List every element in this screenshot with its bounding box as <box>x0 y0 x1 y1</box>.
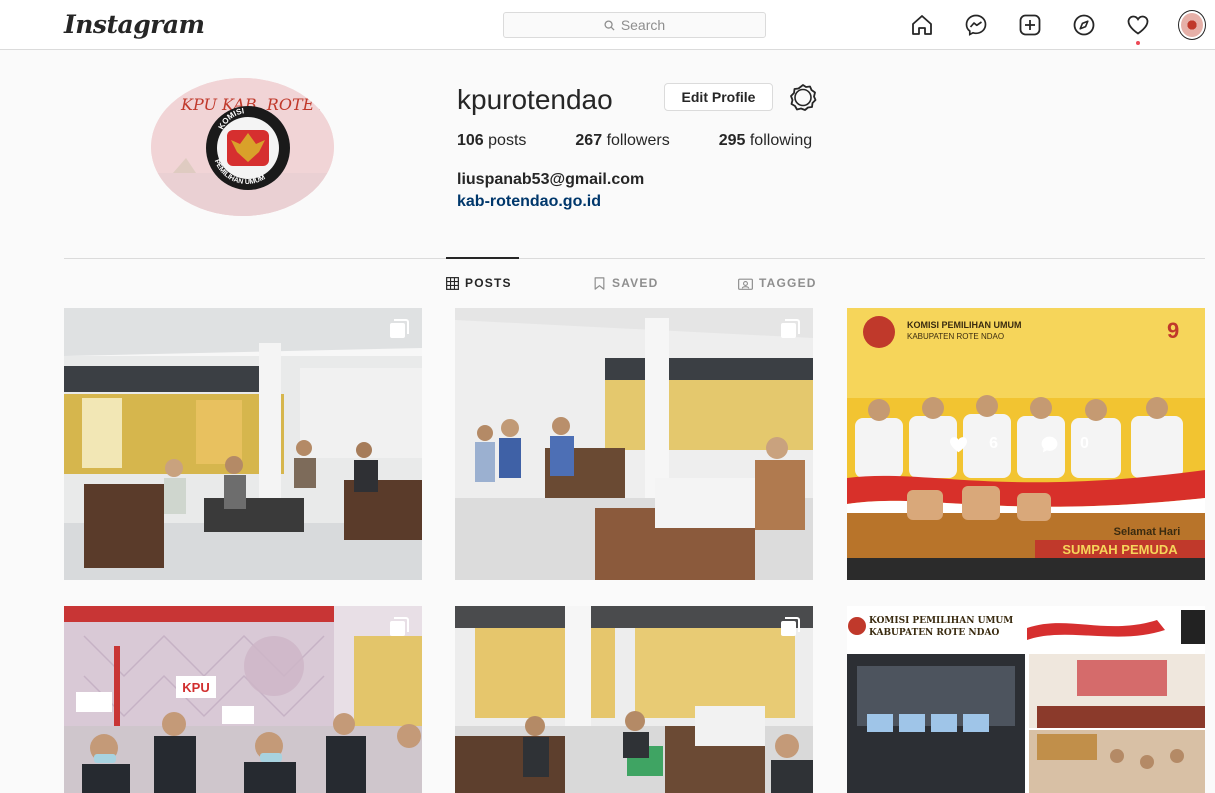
home-icon[interactable] <box>908 11 936 39</box>
post-image <box>455 606 813 793</box>
multiple-photos-icon <box>390 617 409 636</box>
post-image <box>64 308 422 580</box>
tab-saved-label: SAVED <box>612 276 659 290</box>
tab-posts[interactable]: POSTS <box>446 275 512 291</box>
tab-saved[interactable]: SAVED <box>593 275 658 291</box>
post-image <box>455 308 813 580</box>
post-image: KPU <box>64 606 422 793</box>
multiple-photos-icon <box>781 617 800 636</box>
activity-heart-icon[interactable] <box>1124 11 1152 45</box>
profile-website-link[interactable]: kab-rotendao.go.id <box>457 193 601 211</box>
post-banner-title: KOMISI PEMILIHAN UMUM <box>869 616 1013 626</box>
search-icon <box>604 19 615 31</box>
multiple-photos-icon <box>390 319 409 338</box>
post-tile-5[interactable] <box>455 606 813 793</box>
avatar <box>1178 10 1206 40</box>
notification-dot <box>1136 41 1140 45</box>
post-tile-6[interactable]: KOMISI PEMILIHAN UMUM KABUPATEN ROTE NDA… <box>847 606 1205 793</box>
active-tab-indicator <box>446 257 519 259</box>
likes-count: 6 <box>989 435 998 452</box>
search-input[interactable]: Search <box>503 12 766 38</box>
settings-gear-icon[interactable] <box>787 82 819 112</box>
backdrop-kpu-text: KPU <box>182 680 209 695</box>
heart-filled-icon <box>950 436 968 452</box>
posts-count: 106 posts <box>457 132 527 149</box>
post-image: KOMISI PEMILIHAN UMUM KABUPATEN ROTE NDA… <box>847 606 1205 793</box>
top-navigation-bar: Instagram Search <box>0 0 1215 50</box>
grid-icon <box>446 276 459 290</box>
comments-stat: 0 <box>1040 435 1103 454</box>
likes-stat: 6 <box>949 435 1012 453</box>
post-tile-2[interactable] <box>455 308 813 580</box>
search-placeholder: Search <box>620 17 666 33</box>
comments-count: 0 <box>1080 435 1089 452</box>
profile-email: liuspanab53@gmail.com <box>457 171 645 188</box>
tab-posts-label: POSTS <box>465 276 512 290</box>
profile-stats: 106 posts 267 followers 295 following <box>457 132 861 150</box>
profile-username: kpurotendao <box>457 84 613 115</box>
messenger-icon[interactable] <box>962 11 990 39</box>
post-hover-stats: 6 0 <box>847 308 1205 580</box>
profile-avatar-button[interactable] <box>1178 10 1206 40</box>
post-tile-3[interactable]: KOMISI PEMILIHAN UMUM KABUPATEN ROTE NDA… <box>847 308 1205 580</box>
tab-tagged[interactable]: TAGGED <box>738 275 817 291</box>
tabs-divider <box>64 258 1205 259</box>
explore-icon[interactable] <box>1070 11 1098 39</box>
following-count[interactable]: 295 following <box>719 132 812 150</box>
profile-picture[interactable]: KPU KAB. ROTE N KOMISI PEMILIHAN UMUM <box>151 78 334 216</box>
post-tile-1[interactable] <box>64 308 422 580</box>
comment-filled-icon <box>1041 436 1058 452</box>
tagged-icon <box>738 278 753 290</box>
post-tile-4[interactable]: KPU <box>64 606 422 793</box>
new-post-icon[interactable] <box>1016 11 1044 39</box>
bookmark-icon <box>594 276 605 290</box>
edit-profile-button[interactable]: Edit Profile <box>664 83 773 111</box>
nav-icons <box>908 10 1206 45</box>
tab-tagged-label: TAGGED <box>759 276 817 290</box>
post-banner-subtitle: KABUPATEN ROTE NDAO <box>869 628 999 638</box>
instagram-logo[interactable]: Instagram <box>64 10 205 39</box>
multiple-photos-icon <box>781 319 800 338</box>
followers-count[interactable]: 267 followers <box>575 132 669 150</box>
